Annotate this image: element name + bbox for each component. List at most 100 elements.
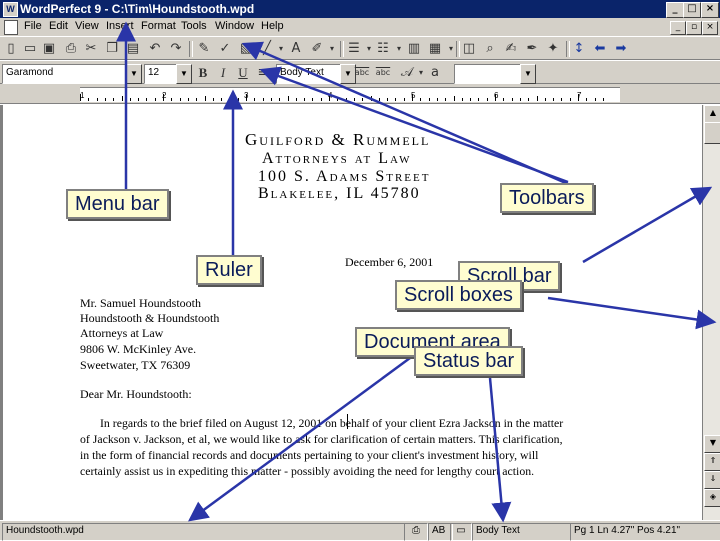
ruler-tick — [104, 98, 106, 101]
text-box-icon[interactable]: A — [287, 40, 305, 57]
letterhead-line: Guilford & Rummell — [245, 130, 431, 149]
save-icon[interactable]: ▣ — [40, 40, 58, 57]
vertical-scroll-bar[interactable]: ▲ ▼ ⇑ ⇓ ◈ — [702, 105, 720, 520]
open-folder-icon[interactable]: ▭ — [21, 40, 39, 57]
pen-icon[interactable]: ✒ — [523, 40, 541, 57]
ruler-tick — [163, 94, 164, 101]
keyboard-icon[interactable]: ▭ — [450, 523, 472, 541]
cut-icon[interactable]: ✂ — [82, 40, 100, 57]
document-area[interactable]: Guilford & Rummell Attorneys at Law 100 … — [0, 105, 702, 520]
ruler-tick — [395, 98, 397, 101]
ruler-tick — [237, 98, 239, 101]
menu-bar: File Edit View Insert Format Tools Windo… — [0, 18, 720, 36]
undo-icon[interactable]: ↶ — [146, 40, 164, 57]
status-style: Body Text — [472, 523, 571, 541]
document-icon[interactable] — [4, 20, 18, 35]
justify-icon[interactable]: ≡ — [254, 64, 272, 81]
printer-icon[interactable]: ⎙ — [404, 523, 428, 541]
ruler-tick — [80, 94, 81, 101]
ruler-tick — [154, 98, 156, 101]
ruler-tick — [528, 98, 530, 101]
toolbar-separator — [189, 41, 193, 57]
menu-format[interactable]: Format — [141, 20, 176, 32]
minimize-icon[interactable]: _ — [666, 2, 684, 18]
text-cursor — [347, 414, 348, 429]
new-document-icon[interactable]: ▯ — [2, 40, 20, 57]
menu-edit[interactable]: Edit — [49, 20, 68, 32]
recipient-line: Houndstooth & Houndstooth — [80, 311, 220, 325]
ruler[interactable]: 1 2 3 4 5 6 7 — [0, 84, 720, 104]
abc-tools-icon[interactable]: ✎ — [195, 40, 213, 57]
forward-arrow-icon[interactable]: ➡ — [612, 40, 630, 57]
macro-icon[interactable]: ✦ — [544, 40, 562, 57]
page-down-icon[interactable]: ⇓ — [704, 471, 720, 489]
status-filename: Houndstooth.wpd — [2, 523, 405, 541]
back-arrow-icon[interactable]: ⬅ — [591, 40, 609, 57]
doc-restore-icon[interactable]: ▫ — [686, 21, 702, 35]
columns-icon[interactable]: ▥ — [405, 40, 423, 57]
scroll-up-icon[interactable]: ▲ — [704, 105, 720, 123]
browse-icon[interactable]: ◈ — [704, 489, 720, 507]
body-line: of Jackson v. Jackson, et al, we would l… — [80, 432, 563, 446]
bold-button[interactable]: B — [194, 64, 212, 81]
doc-minimize-icon[interactable]: _ — [670, 21, 686, 35]
italic-button[interactable]: I — [214, 64, 232, 81]
chevron-down-icon[interactable]: ▾ — [323, 40, 341, 57]
ruler-tick — [187, 98, 189, 101]
ruler-tick — [171, 98, 173, 101]
scroll-box[interactable] — [704, 122, 720, 144]
ruler-tick — [96, 98, 98, 101]
ruler-tick — [212, 98, 214, 101]
paste-icon[interactable]: ▤ — [124, 40, 142, 57]
ruler-tick — [362, 98, 364, 101]
ruler-tick — [569, 98, 571, 101]
copy-icon[interactable]: ❐ — [103, 40, 121, 57]
letter-date: December 6, 2001 — [345, 255, 434, 269]
font-color-icon[interactable]: a — [426, 64, 444, 81]
scroll-down-icon[interactable]: ▼ — [704, 435, 720, 453]
callout-ruler: Ruler — [196, 255, 262, 285]
chevron-down-icon[interactable]: ▼ — [176, 64, 192, 84]
ruler-tick — [420, 98, 422, 101]
ruler-tick — [511, 98, 513, 101]
ruler-tick — [478, 98, 480, 101]
ruler-tick — [453, 96, 455, 101]
menu-view[interactable]: View — [75, 20, 99, 32]
book-icon[interactable]: ◫ — [460, 40, 478, 57]
resize-arrow-icon[interactable]: ↕ — [570, 40, 588, 57]
recipient-line: Attorneys at Law — [80, 326, 164, 340]
maximize-icon[interactable]: □ — [683, 2, 701, 18]
ruler-tick — [270, 98, 272, 101]
empty-select[interactable] — [454, 64, 525, 84]
menu-help[interactable]: Help — [261, 20, 284, 32]
ruler-tick — [544, 98, 546, 101]
font-select[interactable]: Garamond — [2, 64, 131, 84]
menu-tools[interactable]: Tools — [181, 20, 207, 32]
underline-button[interactable]: U — [234, 64, 252, 81]
app-icon[interactable]: W — [3, 2, 18, 17]
draw-icon[interactable]: ✍ — [502, 40, 520, 57]
ruler-tick — [495, 94, 496, 101]
page-up-icon[interactable]: ⇑ — [704, 453, 720, 471]
abc-subscript-button[interactable]: abc — [373, 64, 393, 81]
salutation: Dear Mr. Houndstooth: — [80, 387, 192, 401]
abc-superscript-button[interactable]: abc — [352, 64, 372, 81]
spell-check-icon[interactable]: ✓ — [216, 40, 234, 57]
ruler-tick — [387, 98, 389, 101]
redo-icon[interactable]: ↷ — [167, 40, 185, 57]
style-select[interactable]: Body Text — [276, 64, 345, 84]
print-icon[interactable]: ⎙ — [62, 40, 80, 57]
close-icon[interactable]: × — [701, 2, 719, 18]
ruler-tick — [461, 98, 463, 101]
menu-window[interactable]: Window — [215, 20, 254, 32]
image-icon[interactable]: ▧ — [237, 40, 255, 57]
menu-insert[interactable]: Insert — [106, 20, 134, 32]
ruler-tick — [353, 98, 355, 101]
search-icon[interactable]: ⌕ — [481, 40, 499, 57]
chevron-down-icon[interactable]: ▼ — [126, 64, 142, 84]
doc-close-icon[interactable]: × — [702, 21, 718, 35]
chevron-down-icon[interactable]: ▼ — [520, 64, 536, 84]
ruler-tick — [295, 98, 297, 101]
menu-file[interactable]: File — [24, 20, 42, 32]
ruler-tick — [503, 98, 505, 101]
